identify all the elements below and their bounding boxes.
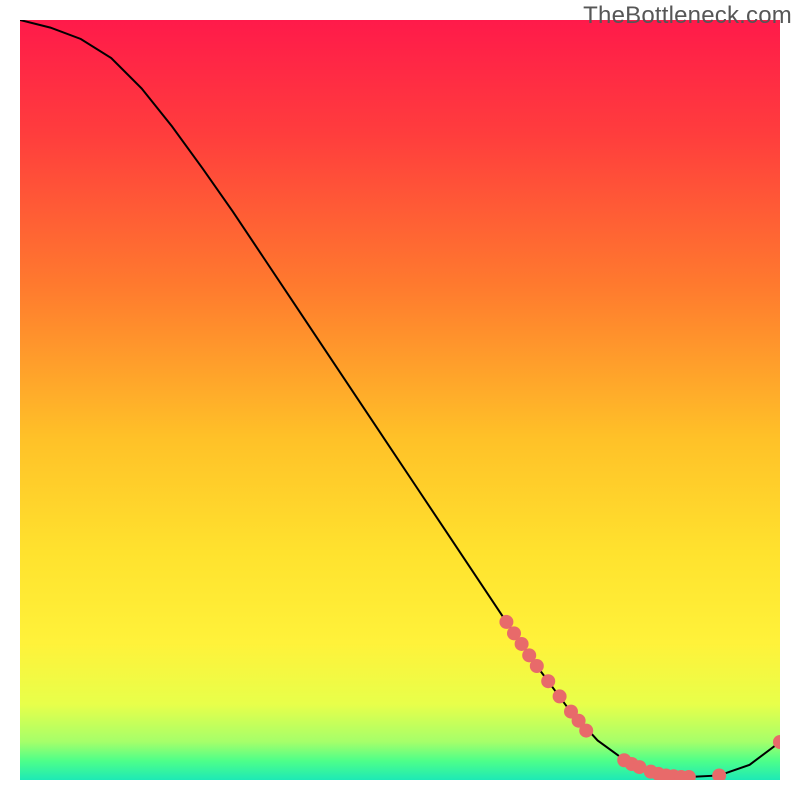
marker-point [712,768,726,780]
bottleneck-curve [20,20,780,777]
marker-point [553,689,567,703]
watermark-text: TheBottleneck.com [583,2,792,30]
marker-point [530,659,544,673]
chart-container: { "watermark": "TheBottleneck.com", "cha… [0,0,800,800]
highlight-points [499,615,780,780]
marker-point [541,674,555,688]
marker-point [515,637,529,651]
marker-point [499,615,513,629]
marker-point [579,724,593,738]
plot-area [20,20,780,780]
curve-layer [20,20,780,780]
